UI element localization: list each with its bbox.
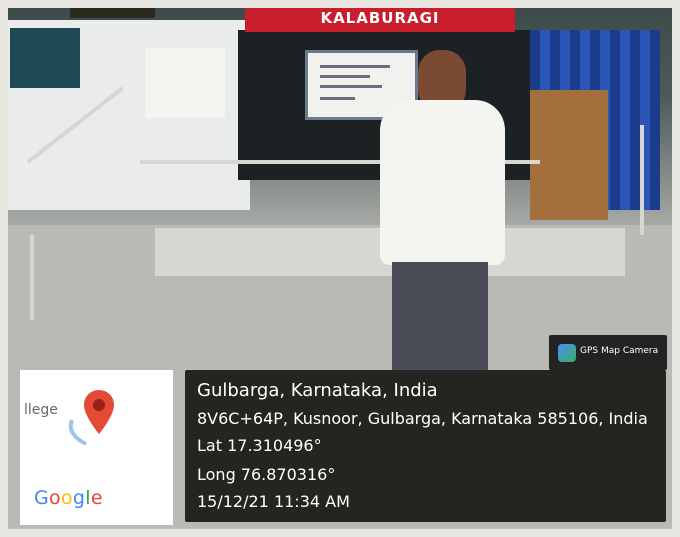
gps-map-camera-badge: GPS Map Camera <box>549 335 667 370</box>
poster-text-line <box>320 97 355 100</box>
google-logo-letter: g <box>72 487 86 509</box>
gps-badge-label: GPS Map Camera <box>580 346 659 356</box>
google-logo-letter: G <box>34 487 50 509</box>
poster-text-line <box>320 85 382 88</box>
map-place-label: llege <box>24 402 58 418</box>
google-logo-letter: o <box>60 487 73 509</box>
top-sign <box>70 0 155 18</box>
person-shirt <box>380 100 505 265</box>
whiteboard <box>145 48 225 118</box>
banner-kalaburagi: KALABURAGI <box>245 4 515 32</box>
poster-text-line <box>320 75 370 78</box>
gps-map-camera-icon <box>558 344 576 362</box>
latitude: Lat 17.310496° <box>197 436 322 455</box>
railing-post <box>30 235 34 320</box>
poster-text-line <box>320 65 390 68</box>
location-info-panel: Gulbarga, Karnataka, India 8V6C+64P, Kus… <box>185 370 666 522</box>
wooden-podium <box>530 90 608 220</box>
window <box>10 28 80 88</box>
full-address: 8V6C+64P, Kusnoor, Gulbarga, Karnataka 5… <box>197 409 648 428</box>
timestamp: 15/12/21 11:34 AM <box>197 492 350 511</box>
google-logo-letter: o <box>49 487 61 509</box>
map-thumbnail: llege Google <box>20 370 173 525</box>
place-name: Gulbarga, Karnataka, India <box>197 380 438 401</box>
google-logo-letter: e <box>90 487 103 509</box>
railing-post <box>640 125 644 235</box>
longitude: Long 76.870316° <box>197 465 336 484</box>
google-logo: Google <box>34 487 103 509</box>
road-shape-icon <box>68 419 87 446</box>
geotagged-photo: KALABURAGI GPS Map Camera llege Google G… <box>0 0 680 537</box>
